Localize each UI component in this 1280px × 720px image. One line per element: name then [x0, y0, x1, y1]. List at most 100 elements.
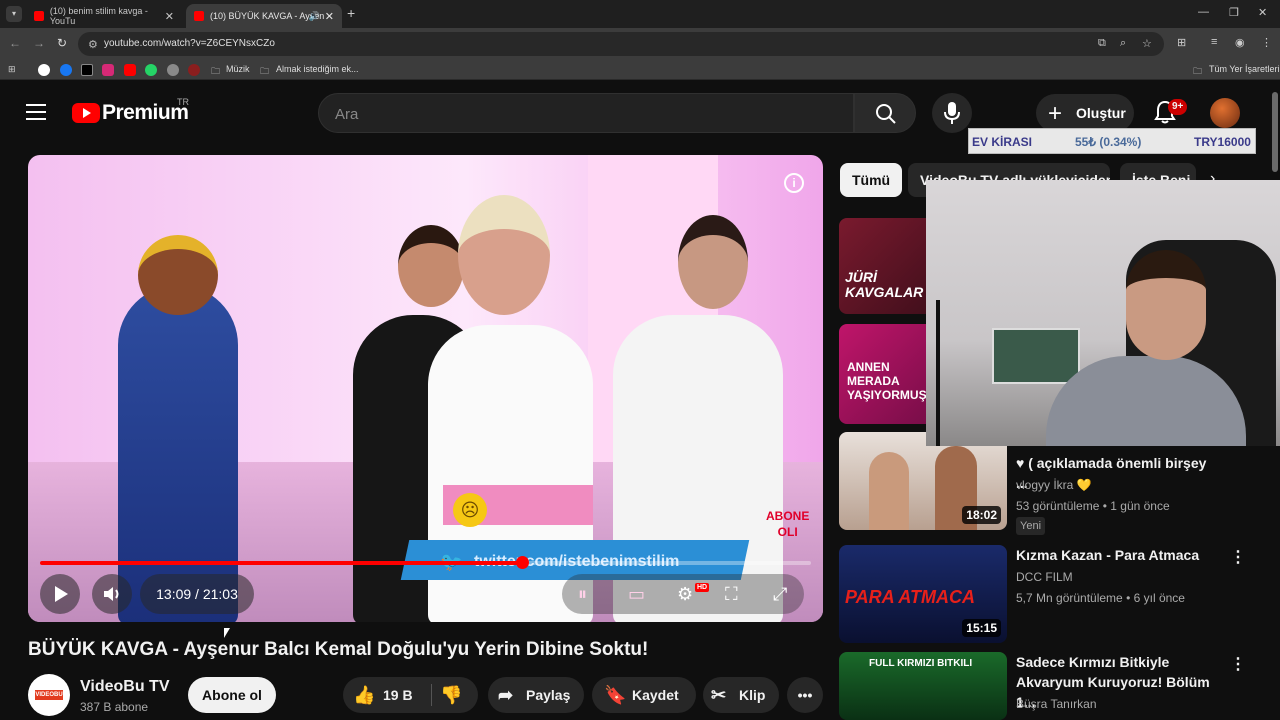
volume-button[interactable]	[92, 574, 132, 614]
recommendation-channel[interactable]: DCC FILM	[1016, 570, 1073, 584]
facebook-icon[interactable]	[60, 64, 72, 76]
more-vert-icon[interactable]: ⋮	[1230, 654, 1246, 674]
time-display: 13:09 / 21:03	[140, 574, 254, 614]
like-count[interactable]: 19 B	[383, 677, 413, 713]
minimize-icon[interactable]: —	[1198, 6, 1209, 18]
google-icon[interactable]	[38, 64, 50, 76]
web-icon[interactable]	[167, 64, 179, 76]
pause-icon[interactable]: ⏸	[578, 584, 587, 605]
logo-text[interactable]: Premium	[102, 101, 189, 125]
thumb-person	[869, 452, 909, 530]
speaker-icon[interactable]: 🔊	[309, 11, 320, 22]
all-bookmarks[interactable]: Tüm Yer İşaretleri	[1209, 64, 1280, 74]
address-bar[interactable]: ⚙ youtube.com/watch?v=Z6CEYNsxCZo ⧉ ⌕ ☆	[78, 32, 1164, 56]
subtitles-icon[interactable]: ▭	[628, 584, 645, 605]
microphone-icon	[944, 102, 960, 124]
voice-search-button[interactable]	[932, 93, 972, 133]
browser-tab-2[interactable]: (10) BÜYÜK KAVGA - Ayşen 🔊 ✕	[186, 4, 342, 28]
bookmark-icon: 🔖	[604, 685, 627, 705]
clip-label: Klip	[739, 687, 766, 703]
extensions-icon[interactable]: ⊞	[1177, 36, 1186, 49]
account-avatar[interactable]	[1210, 98, 1240, 128]
recommendation-thumbnail[interactable]: 18:02	[839, 432, 1007, 530]
more-actions-button[interactable]: •••	[787, 677, 823, 713]
webcam-shelf	[992, 328, 1080, 384]
pinterest-icon[interactable]	[188, 64, 200, 76]
recommendation-channel[interactable]: vlogyy İkra 💛	[1016, 478, 1092, 492]
youtube-icon[interactable]	[124, 64, 136, 76]
bookmark-star-icon[interactable]: ☆	[1142, 37, 1152, 50]
clip-button[interactable]: ✂ Klip	[703, 677, 779, 713]
media-control-icon[interactable]: ≡	[1211, 36, 1217, 48]
page-scrollbar[interactable]	[1271, 88, 1279, 720]
chip-all[interactable]: Tümü	[840, 163, 903, 197]
channel-name[interactable]: VideoBu TV	[80, 678, 170, 696]
window-close-icon[interactable]: ✕	[1258, 6, 1267, 19]
info-icon[interactable]: i	[784, 173, 804, 193]
settings-gear-icon[interactable]: ⚙	[677, 584, 693, 605]
dislike-icon[interactable]: 👎	[440, 677, 462, 713]
folder-icon: 🗀	[260, 66, 270, 76]
recommendation-thumbnail[interactable]: FULL KIRMIZI BITKILI	[839, 652, 1007, 720]
fullscreen-icon[interactable]: ⤢	[773, 584, 787, 605]
channel-avatar[interactable]: VIDEOBU TV	[28, 674, 70, 716]
recommendation-thumbnail[interactable]: PARA ATMACA 15:15	[839, 545, 1007, 643]
new-tab-icon[interactable]: +	[347, 5, 355, 21]
menu-dots-icon[interactable]: ⋮	[1261, 36, 1272, 49]
recommendation-channel[interactable]: Büşra Tanırkan	[1016, 697, 1097, 711]
video-title: BÜYÜK KAVGA - Ayşenur Balcı Kemal Doğulu…	[28, 639, 649, 660]
bookmark-folder-almak[interactable]: Almak istediğim ek...	[276, 64, 359, 74]
theater-mode-icon[interactable]: ⛶	[725, 584, 738, 605]
site-info-icon[interactable]: ⚙	[88, 38, 98, 51]
back-icon[interactable]: ←	[9, 36, 21, 50]
ticker-value: TRY16000	[1194, 135, 1251, 149]
thumb-text: PARA ATMACA	[845, 587, 975, 607]
search-input[interactable]: Ara	[318, 93, 854, 133]
menu-icon[interactable]	[26, 104, 46, 125]
install-app-icon[interactable]: ⧉	[1098, 37, 1106, 50]
share-icon: ➦	[498, 685, 514, 705]
whatsapp-icon[interactable]	[145, 64, 157, 76]
more-dots-icon: •••	[797, 687, 813, 703]
recommendation-meta: 5,7 Mn görüntüleme • 6 yıl önce	[1016, 591, 1185, 605]
instagram-icon[interactable]	[102, 64, 114, 76]
recommendation-title[interactable]: Kızma Kazan - Para Atmaca	[1016, 545, 1216, 565]
play-button[interactable]	[40, 574, 80, 614]
webcam-person-head	[1126, 250, 1206, 360]
share-button[interactable]: ➦ Paylaş	[488, 677, 584, 713]
save-button[interactable]: 🔖 Kaydet	[592, 677, 696, 713]
hd-badge: HD	[695, 583, 710, 592]
more-vert-icon[interactable]: ⋮	[1230, 547, 1246, 567]
thumb-text: FULL KIRMIZI BITKILI	[869, 658, 973, 669]
browser-tab-title: (10) benim stilim kavga - YouTu	[49, 6, 148, 26]
progress-fill	[40, 561, 522, 565]
subscribe-button[interactable]: Abone ol	[188, 677, 276, 713]
search-icon	[876, 104, 896, 124]
zoom-icon[interactable]: ⌕	[1120, 37, 1126, 50]
scissors-icon: ✂	[711, 685, 727, 705]
like-button[interactable]: 👍	[353, 677, 375, 713]
create-button[interactable]: + Oluştur	[1036, 94, 1134, 132]
scrubber-handle[interactable]	[515, 556, 529, 569]
recommendation-meta: 53 görüntüleme • 1 gün önce	[1016, 499, 1170, 513]
search-button[interactable]	[854, 93, 916, 133]
apps-grid-icon[interactable]: ⊞	[8, 64, 16, 75]
person-head	[138, 235, 218, 315]
profile-icon[interactable]: ◉	[1235, 36, 1245, 49]
tab-search-icon[interactable]: ▾	[6, 6, 22, 22]
youtube-logo-icon[interactable]	[72, 103, 100, 123]
close-tab-icon[interactable]: ✕	[165, 10, 174, 23]
search-placeholder: Ara	[335, 106, 359, 123]
browser-tab-1[interactable]: (10) benim stilim kavga - YouTu ✕	[26, 4, 182, 28]
person-head	[458, 195, 550, 315]
thumb-text: JÜRİ KAVGALAR	[845, 269, 924, 300]
scrollbar-thumb[interactable]	[1272, 92, 1278, 172]
like-dislike-group: 👍 19 B 👎	[343, 677, 478, 713]
close-tab-icon[interactable]: ✕	[325, 10, 334, 23]
browser-toolbar: ← → ↻ ⚙ youtube.com/watch?v=Z6CEYNsxCZo …	[0, 28, 1280, 60]
reload-icon[interactable]: ↻	[57, 36, 67, 50]
bookmark-folder-muzik[interactable]: Müzik	[226, 64, 250, 74]
forward-icon[interactable]: →	[33, 36, 45, 50]
restore-icon[interactable]: ❐	[1229, 6, 1239, 19]
x-icon[interactable]	[81, 64, 93, 76]
